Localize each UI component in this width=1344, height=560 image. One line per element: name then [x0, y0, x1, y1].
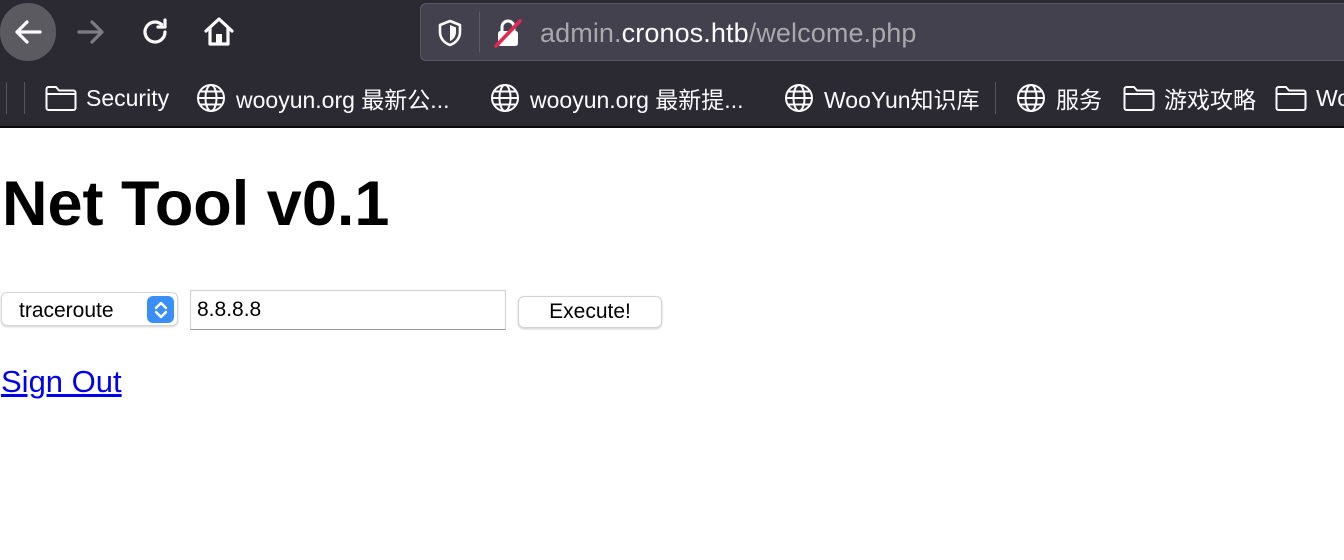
bookmarks-toolbar: Security wooyun.org 最新公... wooyun.org 最新… — [0, 66, 1344, 128]
home-icon — [204, 17, 234, 46]
bookmark-label: Wo — [1316, 84, 1344, 111]
tracking-shield-icon[interactable] — [435, 18, 465, 48]
bookmark-label: wooyun.org 最新提... — [530, 87, 744, 113]
reload-button[interactable] — [132, 8, 178, 56]
bookmark-wooyun-1[interactable]: wooyun.org 最新公... — [194, 80, 449, 116]
url-bar[interactable]: admin.cronos.htb/welcome.php — [420, 3, 1344, 61]
select-arrows-icon — [147, 296, 174, 323]
host-input[interactable] — [190, 290, 506, 330]
execute-button[interactable]: Execute! — [518, 296, 662, 328]
url-bar-divider — [479, 12, 480, 52]
url-text[interactable]: admin.cronos.htb/welcome.php — [540, 18, 917, 49]
bookmark-label: 服务 — [1056, 87, 1102, 113]
folder-icon — [1275, 86, 1307, 111]
bookmark-label: 游戏攻略 — [1164, 87, 1256, 113]
bookmark-services[interactable]: 服务 — [1014, 80, 1102, 116]
sign-out-link[interactable]: Sign Out — [1, 364, 122, 400]
arrow-right-icon — [77, 20, 104, 44]
command-select[interactable]: traceroute — [1, 292, 178, 326]
bookmarks-separator — [24, 82, 25, 114]
bookmark-label: wooyun.org 最新公... — [236, 87, 450, 113]
arrow-left-icon — [15, 20, 42, 44]
globe-icon — [491, 84, 519, 112]
globe-icon — [1017, 84, 1045, 112]
url-path: /welcome.php — [748, 18, 917, 48]
bookmark-folder-security[interactable]: Security — [44, 80, 169, 116]
reload-icon — [143, 18, 167, 44]
command-select-value: traceroute — [19, 299, 114, 322]
insecure-lock-icon[interactable] — [491, 16, 525, 50]
bookmark-label: WooYun知识库 — [824, 87, 980, 113]
bookmarks-separator — [995, 82, 996, 114]
bookmark-wooyun-kb[interactable]: WooYun知识库 — [782, 80, 980, 116]
globe-icon — [785, 84, 813, 112]
bookmark-wooyun-2[interactable]: wooyun.org 最新提... — [488, 80, 743, 116]
page-title: Net Tool v0.1 — [2, 169, 390, 239]
bookmarks-separator — [6, 82, 7, 114]
url-subdomain: admin. — [540, 18, 622, 48]
home-button[interactable] — [196, 8, 242, 56]
back-button[interactable] — [0, 3, 56, 61]
folder-icon — [1123, 86, 1155, 111]
globe-icon — [197, 84, 225, 112]
url-host: cronos.htb — [621, 18, 749, 48]
forward-button[interactable] — [68, 8, 114, 56]
bookmark-label: Security — [86, 84, 170, 111]
browser-toolbar: admin.cronos.htb/welcome.php — [0, 0, 1344, 66]
folder-icon — [45, 86, 77, 111]
bookmark-folder-wo[interactable]: Wo — [1274, 80, 1344, 116]
bookmark-folder-games[interactable]: 游戏攻略 — [1122, 80, 1256, 116]
